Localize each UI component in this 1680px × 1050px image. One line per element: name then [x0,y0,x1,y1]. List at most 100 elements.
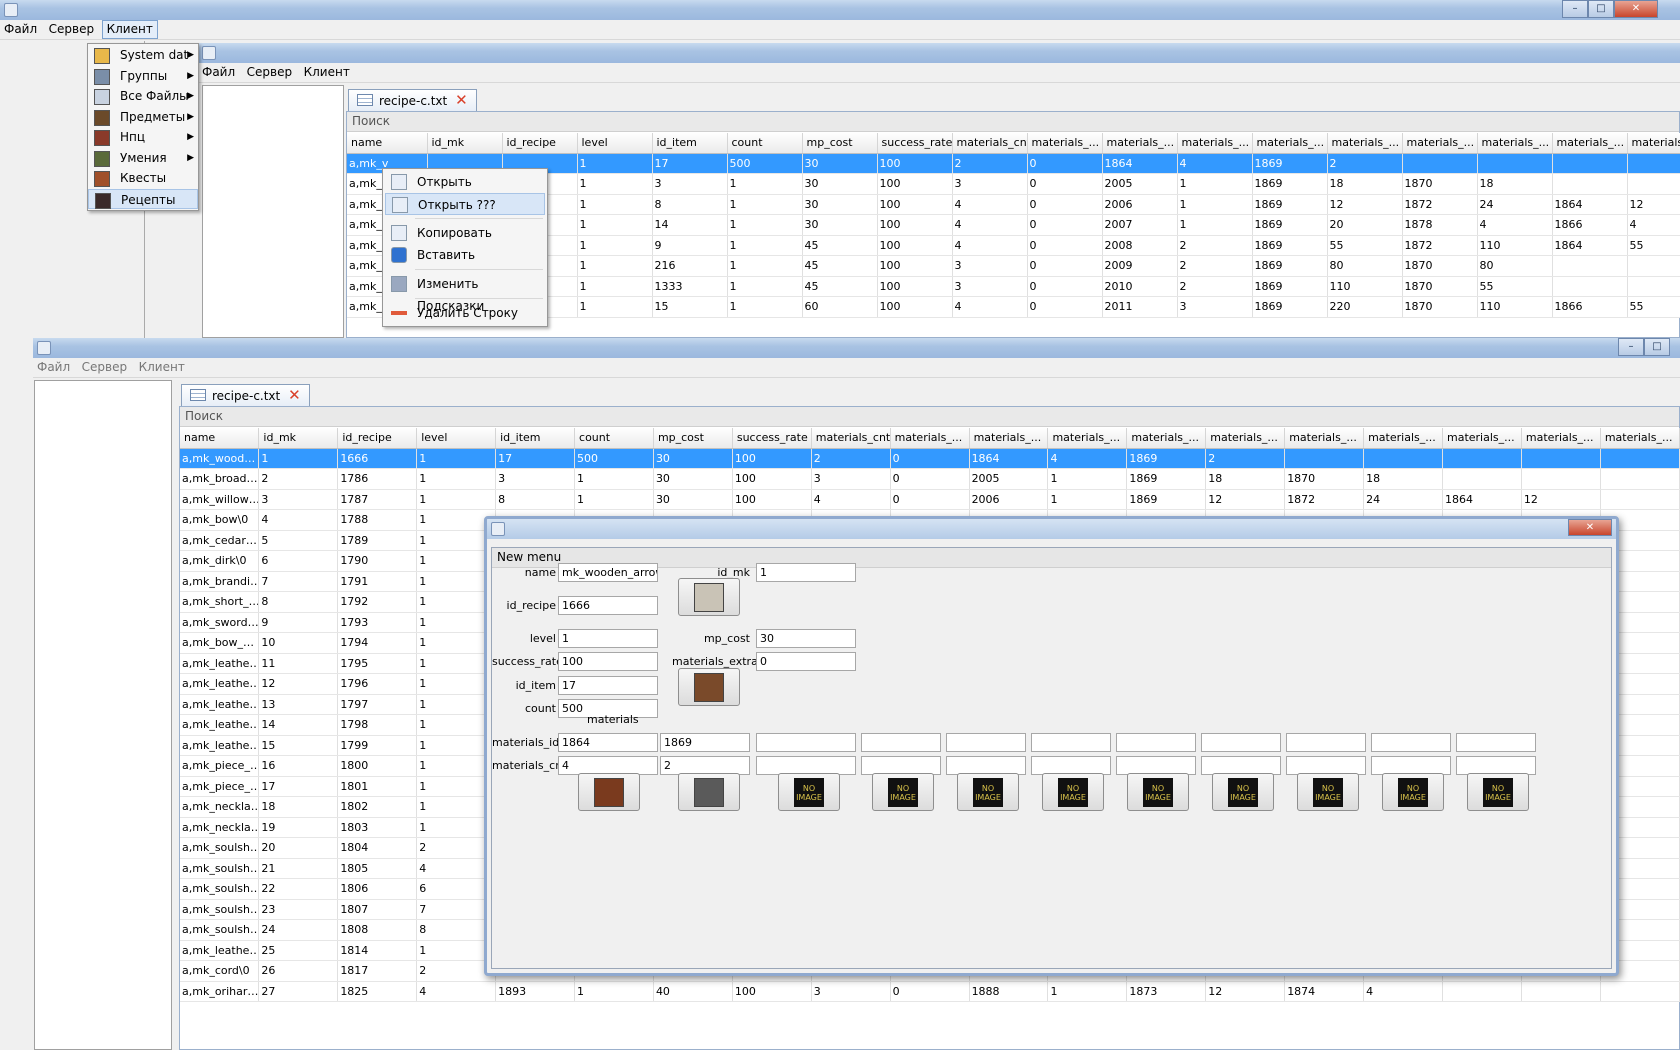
table-cell[interactable]: 8 [258,591,339,613]
minimize-icon[interactable]: – [1562,0,1588,18]
table-cell[interactable]: 1 [416,489,497,510]
table-cell[interactable]: 4 [952,214,1028,236]
recipe-image-button[interactable] [678,578,740,616]
column-header[interactable]: count [727,133,803,154]
table-cell[interactable]: 1825 [337,981,418,1002]
column-header[interactable]: name [347,133,428,154]
table-cell[interactable]: 1 [727,173,803,195]
client-menu-item[interactable]: Группы ▶ [88,66,198,87]
menu-server[interactable]: Сервер [243,63,296,82]
id-item-field[interactable] [558,676,658,695]
table-cell[interactable]: 100 [732,448,812,469]
table-cell[interactable]: 30 [653,489,733,510]
table-cell[interactable]: 0 [890,489,970,510]
id-mk-field[interactable] [756,563,856,582]
close-tab-icon[interactable]: ✕ [455,91,468,109]
table-cell[interactable]: 1799 [337,735,418,756]
column-header[interactable]: materials_... [1627,133,1680,154]
table-cell[interactable]: 2006 [1102,194,1178,215]
table-cell[interactable]: 1 [727,214,803,236]
success-rate-field[interactable] [558,652,658,671]
search-bar[interactable]: Поиск [347,112,1679,132]
column-header[interactable]: materials_... [1327,133,1403,154]
table-cell[interactable]: 20 [258,837,339,859]
menu-file[interactable]: Файл [33,358,74,377]
table-cell[interactable]: 0 [1027,173,1103,195]
material-image-button[interactable]: NO IMAGE [778,773,840,811]
table-cell[interactable]: 45 [802,255,878,277]
table-cell[interactable]: 55 [1627,235,1680,256]
table-cell[interactable]: 4 [811,489,891,510]
table-cell[interactable]: a,mk_leathe… [180,714,260,736]
table-cell[interactable]: 1869 [1252,296,1328,318]
table-cell[interactable]: 18 [1363,468,1443,490]
materials-id-field[interactable] [1031,733,1111,752]
table-cell[interactable]: 24 [1477,194,1553,215]
item-image-button[interactable] [678,668,740,706]
table-cell[interactable]: 55 [1477,276,1553,297]
column-header[interactable]: materials_cnt [952,133,1028,154]
table-cell[interactable]: 2006 [969,489,1049,510]
close-tab-icon[interactable]: ✕ [288,386,301,404]
table-cell[interactable]: 500 [727,153,803,174]
table-cell[interactable]: 5 [258,530,339,551]
table-cell[interactable]: 1817 [337,960,418,982]
table-cell[interactable]: a,mk_bow_… [180,632,260,654]
material-image-button[interactable]: NO IMAGE [1127,773,1189,811]
table-cell[interactable]: 10 [258,632,339,654]
table-cell[interactable]: 1666 [337,448,418,469]
table-cell[interactable]: 20 [1327,214,1403,236]
tab-recipe[interactable]: recipe-c.txt ✕ [348,89,477,111]
table-cell[interactable]: 1864 [1102,153,1178,174]
minimize-icon[interactable]: – [1618,338,1644,356]
maximize-icon[interactable]: □ [1644,338,1670,356]
column-header[interactable]: materials_... [1177,133,1253,154]
table-cell[interactable]: 3 [1177,296,1253,318]
column-header[interactable]: id_item [652,133,728,154]
table-cell[interactable]: 30 [653,448,733,469]
table-cell[interactable]: 1807 [337,899,418,920]
materials-id-field[interactable] [660,733,750,752]
column-header[interactable]: level [416,428,497,449]
table-cell[interactable]: a,mk_piece_… [180,755,260,777]
table-cell[interactable]: 1869 [1126,468,1207,490]
table-cell[interactable] [1552,153,1628,174]
level-field[interactable] [558,629,658,648]
table-cell[interactable]: 3 [952,173,1028,195]
table-cell[interactable]: 1869 [1252,276,1328,297]
table-cell[interactable]: 1 [1047,981,1128,1002]
table-cell[interactable]: 1795 [337,653,418,674]
table-cell[interactable]: a,mk_neckla… [180,796,260,818]
table-cell[interactable]: 18 [1205,468,1286,490]
table-cell[interactable]: 0 [1027,296,1103,318]
table-cell[interactable]: 6 [258,550,339,572]
client-menu-item[interactable]: Все Файлы ▶ [88,86,198,107]
table-cell[interactable]: 14 [258,714,339,736]
table-cell[interactable]: 100 [877,255,953,277]
context-menu-item[interactable]: Вставить [385,244,545,266]
menu-client[interactable]: Клиент [101,20,158,39]
table-cell[interactable]: 14 [652,214,728,236]
table-cell[interactable]: 30 [802,214,878,236]
client-menu-item[interactable]: Предметы ▶ [88,107,198,128]
table-cell[interactable]: 24 [258,919,339,941]
column-header[interactable]: count [574,428,654,449]
table-cell[interactable]: 0 [1027,235,1103,256]
table-cell[interactable]: 1806 [337,878,418,900]
table-cell[interactable]: 17 [258,776,339,797]
table-cell[interactable]: 1 [1177,173,1253,195]
table-cell[interactable]: 2 [811,448,891,469]
table-cell[interactable]: 4 [952,296,1028,318]
table-cell[interactable]: 2 [1327,153,1403,174]
column-header[interactable]: id_mk [427,133,503,154]
table-cell[interactable]: 27 [258,981,339,1002]
table-cell[interactable]: 2011 [1102,296,1178,318]
materials-id-field[interactable] [756,733,856,752]
table-cell[interactable]: 1893 [495,981,576,1002]
material-image-button[interactable]: NO IMAGE [1467,773,1529,811]
table-cell[interactable] [1442,981,1522,1002]
table-cell[interactable]: 30 [653,468,733,490]
table-cell[interactable]: 1870 [1402,173,1478,195]
table-cell[interactable]: a,mk_cord\0 [180,960,260,982]
column-header[interactable]: name [180,428,260,449]
